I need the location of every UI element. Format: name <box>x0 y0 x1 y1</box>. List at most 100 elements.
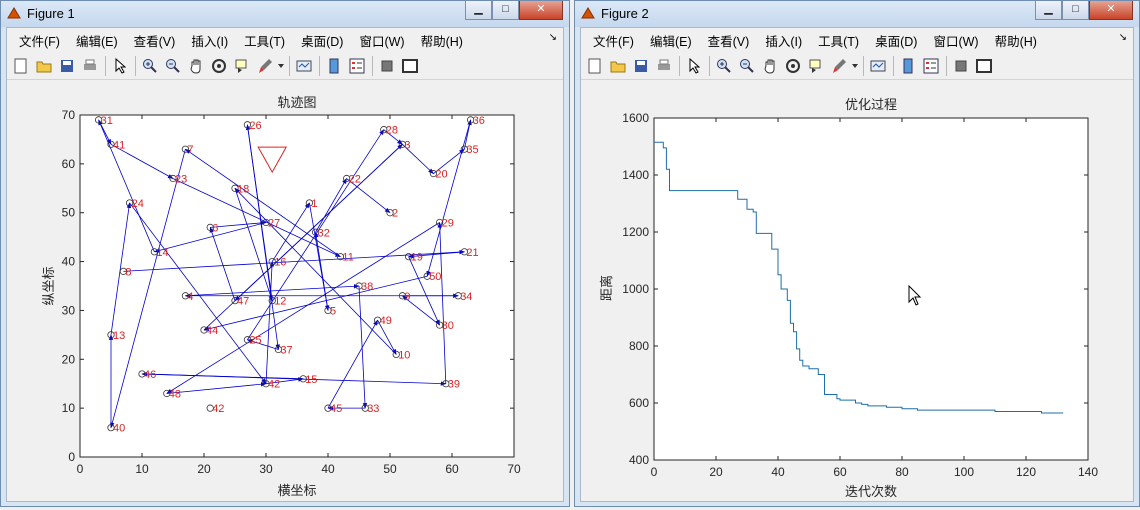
menu-insert[interactable]: 插入(I) <box>183 31 236 50</box>
menu-tools[interactable]: 工具(T) <box>810 31 867 50</box>
show-plot-tools-icon[interactable] <box>399 55 421 77</box>
y-tick-label: 800 <box>629 339 649 353</box>
print-icon[interactable] <box>653 55 675 77</box>
menu-help[interactable]: 帮助(H) <box>987 31 1045 50</box>
menu-desktop[interactable]: 桌面(D) <box>867 31 925 50</box>
maximize-button[interactable]: □ <box>492 1 519 20</box>
y-axis-label: 距离 <box>599 275 614 301</box>
zoom-out-icon[interactable] <box>162 55 184 77</box>
pointer-icon[interactable] <box>109 55 131 77</box>
brush-dropdown-icon[interactable] <box>851 55 859 77</box>
pointer-icon[interactable] <box>683 55 705 77</box>
menu-desktop[interactable]: 桌面(D) <box>293 31 351 50</box>
menu-view[interactable]: 查看(V) <box>700 31 758 50</box>
city-label: 33 <box>367 403 379 415</box>
city-label: 8 <box>125 266 131 278</box>
close-button[interactable]: ✕ <box>519 1 563 20</box>
link-plot-icon[interactable] <box>293 55 315 77</box>
show-plot-tools-icon[interactable] <box>973 55 995 77</box>
legend-icon[interactable] <box>346 55 368 77</box>
colorbar-icon[interactable] <box>323 55 345 77</box>
x-tick-label: 100 <box>954 465 974 479</box>
data-cursor-icon[interactable] <box>805 55 827 77</box>
brush-dropdown-icon[interactable] <box>277 55 285 77</box>
menu-window[interactable]: 窗口(W) <box>925 31 986 50</box>
menu-window[interactable]: 窗口(W) <box>351 31 412 50</box>
new-figure-icon[interactable] <box>584 55 606 77</box>
x-tick-label: 140 <box>1078 465 1098 479</box>
y-axis-label: 纵坐标 <box>41 266 56 305</box>
city-label: 4 <box>187 291 193 303</box>
menubar: 文件(F) 编辑(E) 查看(V) 插入(I) 工具(T) 桌面(D) 窗口(W… <box>581 28 1133 52</box>
x-tick-label: 0 <box>77 462 84 476</box>
colorbar-icon[interactable] <box>897 55 919 77</box>
city-label: 7 <box>187 144 193 156</box>
city-label: 21 <box>466 247 478 259</box>
matlab-icon <box>581 7 595 19</box>
open-file-icon[interactable] <box>607 55 629 77</box>
new-figure-icon[interactable] <box>10 55 32 77</box>
plot-title: 优化过程 <box>845 97 897 112</box>
hide-plot-tools-icon[interactable] <box>376 55 398 77</box>
x-tick-label: 40 <box>321 462 335 476</box>
zoom-in-icon[interactable] <box>713 55 735 77</box>
brush-icon[interactable] <box>254 55 276 77</box>
legend-icon[interactable] <box>920 55 942 77</box>
brush-icon[interactable] <box>828 55 850 77</box>
window-title: Figure 2 <box>601 6 649 21</box>
x-tick-label: 0 <box>651 465 658 479</box>
menu-tools[interactable]: 工具(T) <box>236 31 293 50</box>
window-title: Figure 1 <box>27 6 75 21</box>
menu-file[interactable]: 文件(F) <box>11 31 68 50</box>
save-icon[interactable] <box>56 55 78 77</box>
pan-hand-icon[interactable] <box>185 55 207 77</box>
minimize-button[interactable]: ▁ <box>1035 1 1062 20</box>
city-label: 27 <box>268 217 280 229</box>
trajectory-plot[interactable]: 轨迹图 横坐标 纵坐标 0 10 20 30 40 50 60 70 0 10 20 30 40 50 60… <box>7 81 565 505</box>
figure-1-canvas: 轨迹图 横坐标 纵坐标 0 10 20 30 40 50 60 70 0 10 20 30 40 50 60… <box>7 81 563 501</box>
zoom-out-icon[interactable] <box>736 55 758 77</box>
y-tick-label: 1000 <box>622 282 649 296</box>
menu-insert[interactable]: 插入(I) <box>757 31 810 50</box>
open-file-icon[interactable] <box>33 55 55 77</box>
save-icon[interactable] <box>630 55 652 77</box>
maximize-button[interactable]: □ <box>1062 1 1089 20</box>
y-tick-label: 0 <box>68 450 75 464</box>
city-label: 49 <box>380 315 392 327</box>
close-button[interactable]: ✕ <box>1089 1 1133 20</box>
rotate-3d-icon[interactable] <box>208 55 230 77</box>
city-label: 19 <box>411 252 423 264</box>
optimization-plot[interactable]: 优化过程 迭代次数 距离 0 20 40 60 80 100 120 140 400 600 800… <box>581 81 1135 505</box>
figure-1-client: 文件(F) 编辑(E) 查看(V) 插入(I) 工具(T) 桌面(D) 窗口(W… <box>6 27 564 502</box>
menu-help[interactable]: 帮助(H) <box>413 31 471 50</box>
menu-edit[interactable]: 编辑(E) <box>642 31 700 50</box>
city-label: 38 <box>361 281 373 293</box>
city-label: 3 <box>404 139 410 151</box>
hide-plot-tools-icon[interactable] <box>950 55 972 77</box>
city-label: 42 <box>268 379 280 391</box>
print-icon[interactable] <box>79 55 101 77</box>
city-label: 41 <box>113 139 125 151</box>
rotate-3d-icon[interactable] <box>782 55 804 77</box>
plot-title: 轨迹图 <box>277 95 316 110</box>
figure-2-titlebar[interactable]: Figure 2 ▁ □ ✕ <box>575 1 1139 27</box>
pan-hand-icon[interactable] <box>759 55 781 77</box>
city-label: 25 <box>249 335 261 347</box>
menubar: 文件(F) 编辑(E) 查看(V) 插入(I) 工具(T) 桌面(D) 窗口(W… <box>7 28 563 52</box>
menu-view[interactable]: 查看(V) <box>126 31 184 50</box>
toolbar <box>7 52 563 80</box>
figure-1-titlebar[interactable]: Figure 1 ▁ □ ✕ <box>1 1 569 27</box>
menu-edit[interactable]: 编辑(E) <box>68 31 126 50</box>
city-label: 5 <box>330 305 336 317</box>
dock-arrow-icon[interactable]: ↘ <box>549 32 557 43</box>
menu-file[interactable]: 文件(F) <box>585 31 642 50</box>
city-label: 48 <box>169 388 181 400</box>
city-label: 36 <box>473 115 485 127</box>
dock-arrow-icon[interactable]: ↘ <box>1119 32 1127 43</box>
minimize-button[interactable]: ▁ <box>465 1 492 20</box>
zoom-in-icon[interactable] <box>139 55 161 77</box>
link-plot-icon[interactable] <box>867 55 889 77</box>
x-tick-label: 120 <box>1016 465 1036 479</box>
x-tick-label: 60 <box>833 465 847 479</box>
data-cursor-icon[interactable] <box>231 55 253 77</box>
